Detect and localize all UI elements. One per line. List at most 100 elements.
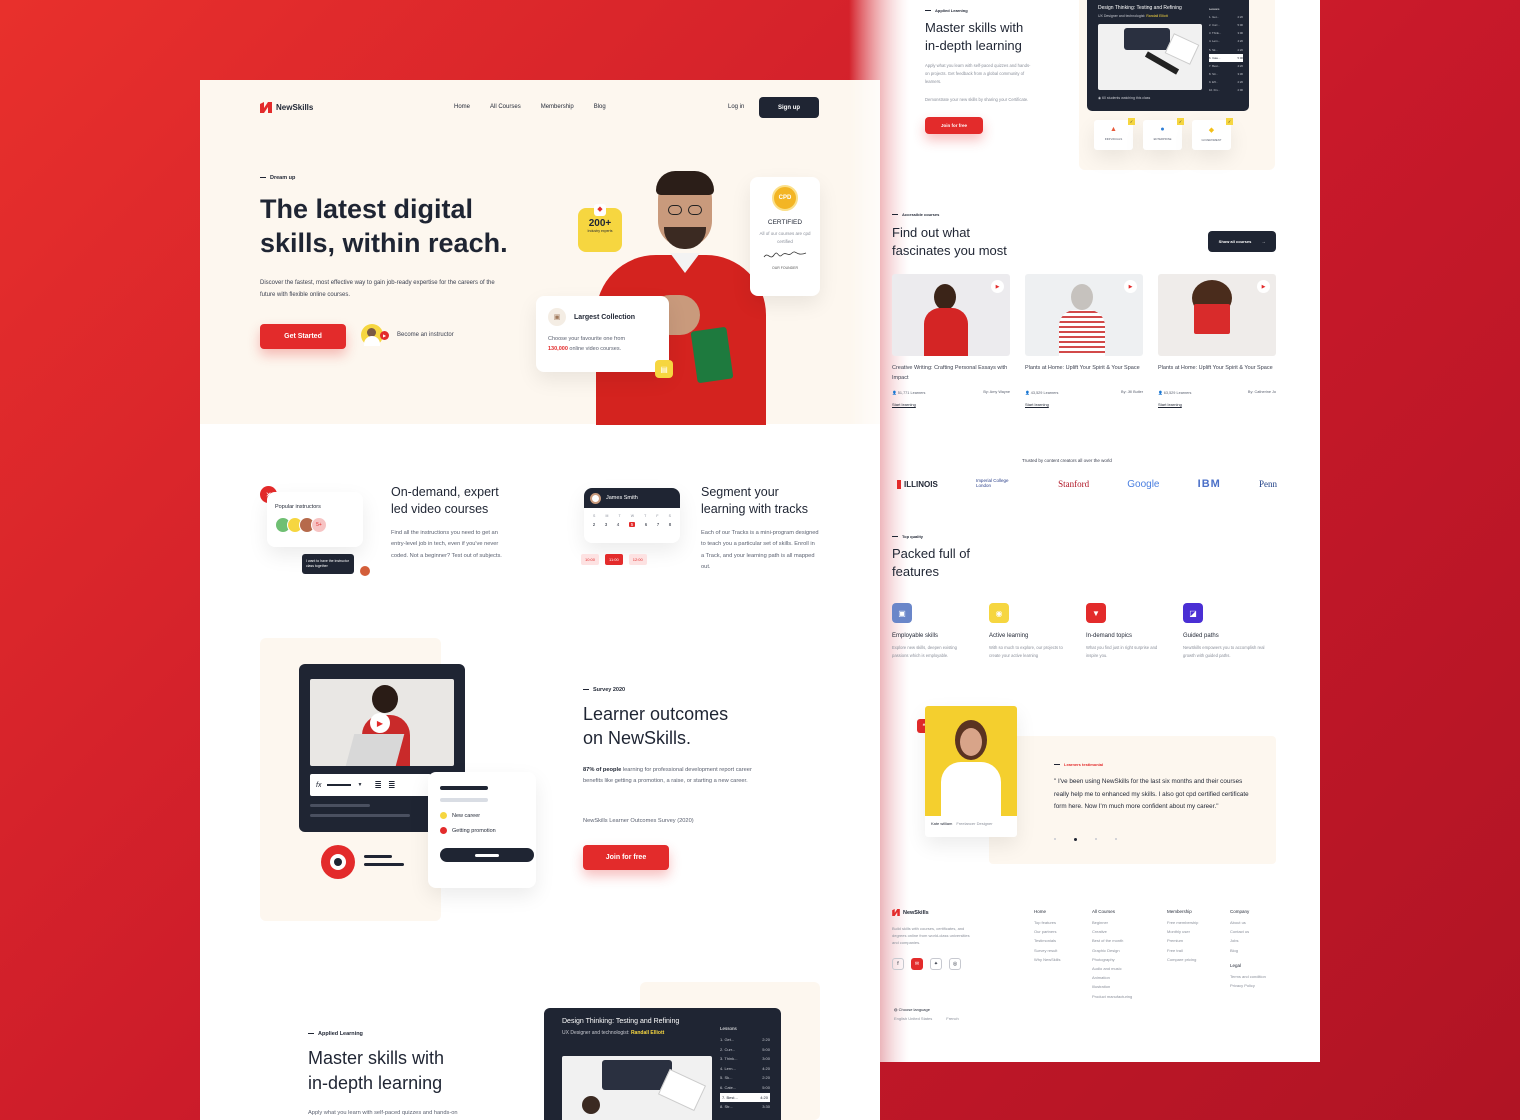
applied-eyebrow: Applied Learning xyxy=(308,1031,363,1037)
legend-new-career: New career xyxy=(452,812,481,819)
left-page: NewSkills Home All Courses Membership Bl… xyxy=(200,80,880,1120)
certified-body: All of our courses are cpd certified xyxy=(759,231,811,244)
learners-count: 👤 51,771 Learners xyxy=(892,391,926,395)
get-started-button[interactable]: Get Started xyxy=(260,324,346,349)
applied-title: Master skills with in-depth learning xyxy=(308,1048,445,1094)
formula-toolbar: fx ▼ ≣ ≣ xyxy=(310,774,431,796)
cpd-seal-icon: CPD xyxy=(772,185,798,211)
login-link[interactable]: Log in xyxy=(728,104,744,110)
stanford-logo: Stanford xyxy=(1058,479,1090,489)
start-learning-link[interactable]: Start learning xyxy=(892,402,1010,407)
testimonial-eyebrow: Learners testimonial xyxy=(1054,762,1103,767)
show-all-courses-button[interactable]: Show all courses → xyxy=(1208,231,1276,252)
nav-home[interactable]: Home xyxy=(454,104,470,110)
calendar-dates[interactable]: 2345678 xyxy=(584,518,680,527)
course-author: By: Jill Butler xyxy=(1121,390,1143,394)
course-video-panel-top: Design Thinking: Testing and Refining UX… xyxy=(1087,0,1249,111)
play-icon[interactable]: ▶ xyxy=(370,713,390,733)
rocket-icon: ▲ xyxy=(1110,126,1117,133)
newskills-logo-icon xyxy=(892,909,900,916)
time-slot-selected[interactable]: 11:00 xyxy=(605,554,623,565)
start-learning-link[interactable]: Start learning xyxy=(1025,402,1143,407)
signup-button[interactable]: Sign up xyxy=(759,97,819,118)
chevron-down-icon[interactable]: ▼ xyxy=(357,782,362,788)
nav-blog[interactable]: Blog xyxy=(594,104,606,110)
check-icon: ✓ xyxy=(1177,118,1184,125)
footer-logo[interactable]: NewSkills xyxy=(892,909,929,916)
become-instructor[interactable]: ▶ Become an instructor xyxy=(361,324,454,346)
certified-card: CPD CERTIFIED All of our courses are cpd… xyxy=(750,177,820,296)
check-icon: ✓ xyxy=(1128,118,1135,125)
cloud-icon: ● xyxy=(1160,126,1165,133)
video-preview[interactable] xyxy=(1098,24,1202,90)
briefcase-icon: ▣ xyxy=(892,603,912,623)
courses-eyebrow: Accessible courses xyxy=(892,212,939,217)
align-icon[interactable]: ≣ xyxy=(374,780,382,791)
footer-about: Build skills with courses, certificates,… xyxy=(892,926,970,946)
course-title: Plants at Home: Uplift Your Spirit & You… xyxy=(1158,365,1273,371)
course-thumbnail[interactable]: ▶ xyxy=(1158,274,1276,356)
join-free-button[interactable]: Join for free xyxy=(583,845,669,870)
hero-eyebrow: Dream up xyxy=(260,175,295,181)
course-thumbnail[interactable]: ▶ xyxy=(1025,274,1143,356)
calendar-user: James Smith xyxy=(606,495,638,501)
tracks-calendar: James Smith SMTWTFS 2345678 10:00 11:00 … xyxy=(581,488,684,578)
trophy-icon: ▼ xyxy=(1086,603,1106,623)
course-card[interactable]: ▶ Creative Writing: Crafting Personal Es… xyxy=(892,274,1010,407)
facebook-icon[interactable]: f xyxy=(892,958,904,970)
outcomes-eyebrow: Survey 2020 xyxy=(583,687,625,693)
social-icons: f ✉ ✦ ◎ xyxy=(892,958,961,970)
twitter-icon[interactable]: ✦ xyxy=(930,958,942,970)
individuals-option[interactable]: ▲ INDIVIDUALS ✓ xyxy=(1094,118,1135,150)
illinois-logo: ILLINOIS xyxy=(897,479,938,489)
testimonial-name: Kate william xyxy=(931,821,953,826)
ibm-logo: IBM xyxy=(1197,478,1221,490)
nav-all-courses[interactable]: All Courses xyxy=(490,104,521,110)
join-free-top-button[interactable]: Join for free xyxy=(925,117,983,134)
nav-membership[interactable]: Membership xyxy=(541,104,574,110)
instagram-icon[interactable]: ◎ xyxy=(949,958,961,970)
email-icon[interactable]: ✉ xyxy=(911,958,923,970)
carousel-dots[interactable] xyxy=(1054,838,1117,841)
bulb-icon: ◆ xyxy=(1208,127,1215,134)
arrow-right-icon: → xyxy=(1261,239,1266,244)
align-icon[interactable]: ≣ xyxy=(388,780,396,791)
donut-chart-icon xyxy=(321,845,355,879)
footer-col: All Courses Beginner Creative Best of the … xyxy=(1092,909,1133,999)
start-learning-link[interactable]: Start learning xyxy=(1158,402,1276,407)
feature-tracks-title: Segment your learning with tracks xyxy=(701,485,808,516)
course-author: By: Catherine Jo xyxy=(1247,390,1276,394)
feature-item: ◉ Active learning With so much to explor… xyxy=(989,603,1069,660)
packed-eyebrow: Top quality xyxy=(892,534,923,539)
learners-count: 👤 43,529 Learners xyxy=(1025,391,1059,395)
video-thumbnail[interactable]: ▶ xyxy=(310,679,454,766)
trusted-label: Trusted by content creators all over the… xyxy=(1022,458,1112,463)
feature-on-demand-body: Find all the instructions you need to ge… xyxy=(391,530,502,559)
calendar-header: James Smith xyxy=(584,488,680,508)
legend-dot-yellow xyxy=(440,812,447,819)
become-instructor-label: Become an instructor xyxy=(397,332,454,338)
logo[interactable]: NewSkills xyxy=(260,102,313,113)
time-slot[interactable]: 12:00 xyxy=(628,554,647,565)
course-card[interactable]: ▶ Plants at Home: Uplift Your Spirit & Y… xyxy=(1158,274,1276,407)
popular-instructors-label: Popular instructors xyxy=(275,504,321,510)
founder-label: OUR FOUNDER xyxy=(771,266,799,271)
collection-card: ▣ Largest Collection Choose your favouri… xyxy=(536,296,669,372)
video-preview[interactable] xyxy=(562,1056,712,1120)
language-selector[interactable]: ◍ Choose language English United States F… xyxy=(894,1007,959,1021)
feature-item: ▣ Employable skills Explore new skills, … xyxy=(892,603,972,660)
course-thumbnail[interactable]: ▶ xyxy=(892,274,1010,356)
courses-title: Find out what fascinates you most xyxy=(892,225,1007,259)
main-nav: Home All Courses Membership Blog xyxy=(454,104,606,110)
enterprise-option[interactable]: ● ENTERPRISE ✓ xyxy=(1143,118,1184,150)
course-card[interactable]: ▶ Plants at Home: Uplift Your Spirit & Y… xyxy=(1025,274,1143,407)
lessons-list: Lessons 1. Get... 2:20 2. Curr... 5:00 3. … xyxy=(720,1026,770,1110)
collection-title: Largest Collection xyxy=(574,313,636,321)
footer-col: Membership Free membership Monthly user Pr… xyxy=(1167,909,1199,962)
government-option[interactable]: ◆ GOVERNMENT ✓ xyxy=(1192,118,1233,150)
course-video-panel: Design Thinking: Testing and Refining UX… xyxy=(544,1008,781,1120)
feature-on-demand-title: On-demand, expert led video courses xyxy=(391,485,499,516)
experts-count: 200+ xyxy=(588,218,612,229)
time-slot[interactable]: 10:00 xyxy=(581,554,600,565)
pill-button[interactable] xyxy=(440,848,534,862)
